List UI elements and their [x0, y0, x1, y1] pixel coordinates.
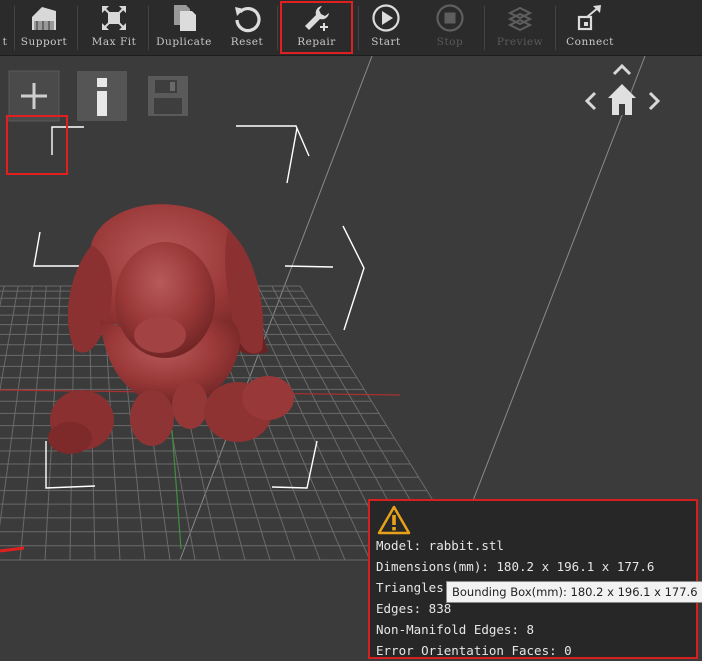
- repair-button[interactable]: Repair: [282, 0, 351, 55]
- preview-button[interactable]: Preview: [492, 0, 548, 55]
- support-icon: [29, 0, 59, 36]
- grid-line: [0, 285, 19, 393]
- toolbar-separator: [555, 6, 556, 50]
- stop-button[interactable]: Stop: [426, 0, 474, 55]
- y-axis-line: [171, 429, 182, 550]
- build-volume-edge: [449, 56, 646, 561]
- grid-line: [0, 285, 33, 527]
- chevron-right-icon[interactable]: [648, 91, 661, 111]
- chevron-left-icon[interactable]: [584, 91, 597, 111]
- navigation-cluster: [584, 63, 661, 115]
- repair-label: Repair: [297, 36, 336, 48]
- rabbit-model[interactable]: [48, 204, 294, 454]
- connect-icon: [575, 0, 605, 36]
- toolbar-partial-label: t: [2, 36, 8, 48]
- toolbar-separator: [358, 6, 359, 50]
- reset-label: Reset: [230, 36, 264, 48]
- start-icon: [371, 0, 401, 36]
- dimensions-text: Dimensions(mm): 180.2 x 196.1 x 177.6: [376, 559, 655, 574]
- chevron-up-icon[interactable]: [612, 63, 632, 76]
- triangles-text: Triangles: [376, 580, 444, 595]
- reset-button[interactable]: Reset: [222, 0, 272, 55]
- duplicate-label: Duplicate: [156, 36, 212, 48]
- duplicate-button[interactable]: Duplicate: [154, 0, 214, 55]
- non-manifold-edges-text: Non-Manifold Edges: 8: [376, 622, 535, 637]
- grid-line: [19, 285, 47, 561]
- max-fit-label: Max Fit: [91, 36, 137, 48]
- slicer-app: t Support Max Fit Duplicate Reset Repair…: [0, 0, 702, 661]
- max-fit-icon: [100, 0, 128, 36]
- main-toolbar: t Support Max Fit Duplicate Reset Repair…: [0, 0, 702, 56]
- stop-icon: [435, 0, 465, 36]
- duplicate-icon: [170, 0, 198, 36]
- toolbar-separator: [484, 6, 485, 50]
- start-button[interactable]: Start: [362, 0, 410, 55]
- preview-icon: [504, 0, 536, 36]
- toolbar-separator: [14, 6, 15, 50]
- toolbar-separator: [148, 6, 149, 50]
- save-icon: [148, 76, 188, 116]
- model-info-button[interactable]: [76, 70, 128, 122]
- support-label: Support: [20, 36, 68, 48]
- toolbar-separator: [77, 6, 78, 50]
- bounding-box-tooltip: Bounding Box(mm): 180.2 x 196.1 x 177.6: [446, 581, 702, 603]
- toolbar-separator: [277, 6, 278, 50]
- repair-icon: [302, 0, 332, 36]
- preview-label: Preview: [496, 36, 544, 48]
- plus-icon: [8, 70, 60, 122]
- info-icon: [77, 71, 127, 121]
- start-label: Start: [371, 36, 401, 48]
- stop-label: Stop: [436, 36, 464, 48]
- edges-text: Edges: 838: [376, 601, 452, 616]
- home-icon[interactable]: [608, 84, 636, 115]
- warning-icon: [377, 505, 411, 535]
- max-fit-button[interactable]: Max Fit: [88, 0, 140, 55]
- reset-icon: [232, 0, 262, 36]
- connect-button[interactable]: Connect: [563, 0, 617, 55]
- error-orientation-faces-text: Error Orientation Faces: 0: [376, 643, 572, 658]
- save-model-button[interactable]: [142, 70, 194, 122]
- x-axis-marker: [0, 546, 25, 553]
- model-name-text: Model: rabbit.stl: [376, 538, 504, 553]
- toolbar-partial-button[interactable]: t: [0, 0, 12, 55]
- support-button[interactable]: Support: [18, 0, 70, 55]
- model-info-panel: Model: rabbit.stl Dimensions(mm): 180.2 …: [368, 499, 698, 659]
- connect-label: Connect: [566, 36, 614, 48]
- add-model-button[interactable]: [8, 70, 60, 122]
